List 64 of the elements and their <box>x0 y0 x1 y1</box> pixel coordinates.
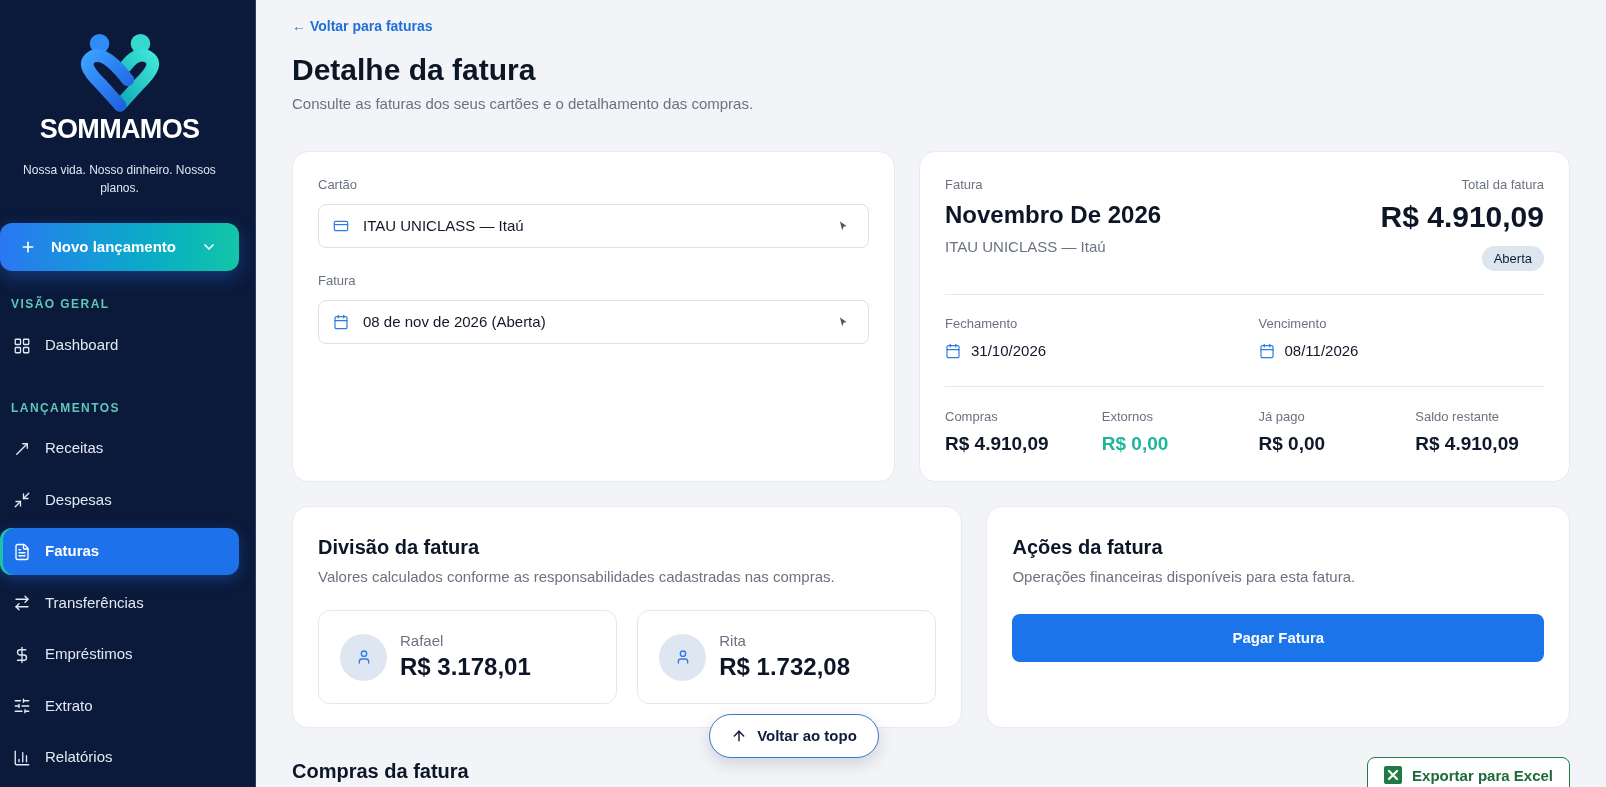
nav-item[interactable]: Extrato <box>0 682 239 730</box>
invoice-card-name: ITAU UNICLASS — Itaú <box>945 237 1107 257</box>
stat-value: R$ 0,00 <box>1101 432 1170 456</box>
invoice-month: Novembro De 2026 <box>945 200 1162 230</box>
back-to-top-button[interactable]: Voltar ao topo <box>709 714 879 758</box>
nav-item[interactable]: Relatórios <box>0 734 239 781</box>
invoice-total: R$ 4.910,09 <box>1380 199 1544 235</box>
person-name: Rafael <box>400 632 445 650</box>
stat-label: Compras <box>945 409 999 425</box>
invoice-label: Fatura <box>945 177 984 193</box>
section-subtitle: Valores calculados conforme as responsabilidades cadastradas nas compras. <box>318 567 836 587</box>
credit-card-icon <box>333 218 349 234</box>
stat-value: R$ 0,00 <box>1258 432 1327 456</box>
page-title: Detalhe da fatura <box>292 52 537 88</box>
section-title: Compras da fatura <box>292 759 469 784</box>
date-label: Fechamento <box>945 316 1019 332</box>
back-link[interactable]: ← Voltar para faturas <box>292 16 433 36</box>
stat-value: R$ 4.910,09 <box>1415 432 1520 456</box>
brand-tagline: Nossa vida. Nosso dinheiro. Nossos planos. <box>22 162 217 197</box>
export-excel-button[interactable]: Exportar para Excel <box>1367 757 1570 787</box>
bar-chart-icon <box>13 748 31 767</box>
plus-icon <box>20 239 36 255</box>
nav-item[interactable]: Faturas <box>0 528 239 575</box>
date-value: 31/10/2026 <box>971 341 1047 361</box>
calendar-icon <box>333 314 349 330</box>
select-field[interactable]: 08 de nov de 2026 (Aberta) <box>318 300 869 344</box>
person-amount: R$ 1.732,08 <box>719 652 850 682</box>
date-label: Vencimento <box>1258 316 1328 332</box>
field-label: Cartão <box>318 177 359 193</box>
calendar-icon <box>1258 343 1275 359</box>
section-title: Divisão da fatura <box>318 535 481 559</box>
page-subtitle: Consulte as faturas dos seus cartões e o detalhamento das compras. <box>292 94 755 114</box>
person-amount: R$ 3.178,01 <box>400 652 531 682</box>
person-name: Rita <box>719 632 747 650</box>
grid-icon <box>13 336 31 355</box>
section-title: Ações da fatura <box>1012 535 1164 559</box>
nav-item[interactable]: Transferências <box>0 579 239 627</box>
date-value: 08/11/2026 <box>1284 341 1359 361</box>
section-subtitle: Operações financeiras disponíveis para esta fatura. <box>1012 567 1357 587</box>
calendar-icon <box>945 343 961 359</box>
shrink-arrows-icon <box>13 491 31 509</box>
pay-invoice-button[interactable]: Pagar Fatura <box>1012 614 1544 662</box>
stat-label: Extornos <box>1101 409 1155 425</box>
section-heading: LANÇAMENTOS <box>10 400 121 416</box>
total-label: Total da fatura <box>1461 177 1544 193</box>
pointer-arrow-icon <box>839 221 847 231</box>
nav-item[interactable]: Receitas <box>0 425 239 472</box>
stat-label: Já pago <box>1258 409 1306 425</box>
brand-name: SOMMAMOS <box>39 113 200 145</box>
nav-item[interactable]: Empréstimos <box>0 631 239 678</box>
nav-item[interactable]: Dashboard <box>0 322 239 369</box>
document-icon <box>13 542 31 561</box>
swap-arrows-icon <box>13 594 31 612</box>
nav-item[interactable]: Despesas <box>0 476 239 524</box>
spreadsheet-icon <box>1384 766 1403 784</box>
stat-value: R$ 4.910,09 <box>945 432 1050 456</box>
sliders-icon <box>13 697 31 715</box>
select-field[interactable]: ITAU UNICLASS — Itaú <box>318 204 869 248</box>
status-badge: Aberta <box>1481 246 1544 271</box>
section-heading: VISÃO GERAL <box>10 296 111 312</box>
stat-label: Saldo restante <box>1415 409 1501 425</box>
user-avatar-icon <box>340 633 387 681</box>
field-label: Fatura <box>318 273 357 289</box>
pointer-arrow-icon <box>839 317 847 327</box>
